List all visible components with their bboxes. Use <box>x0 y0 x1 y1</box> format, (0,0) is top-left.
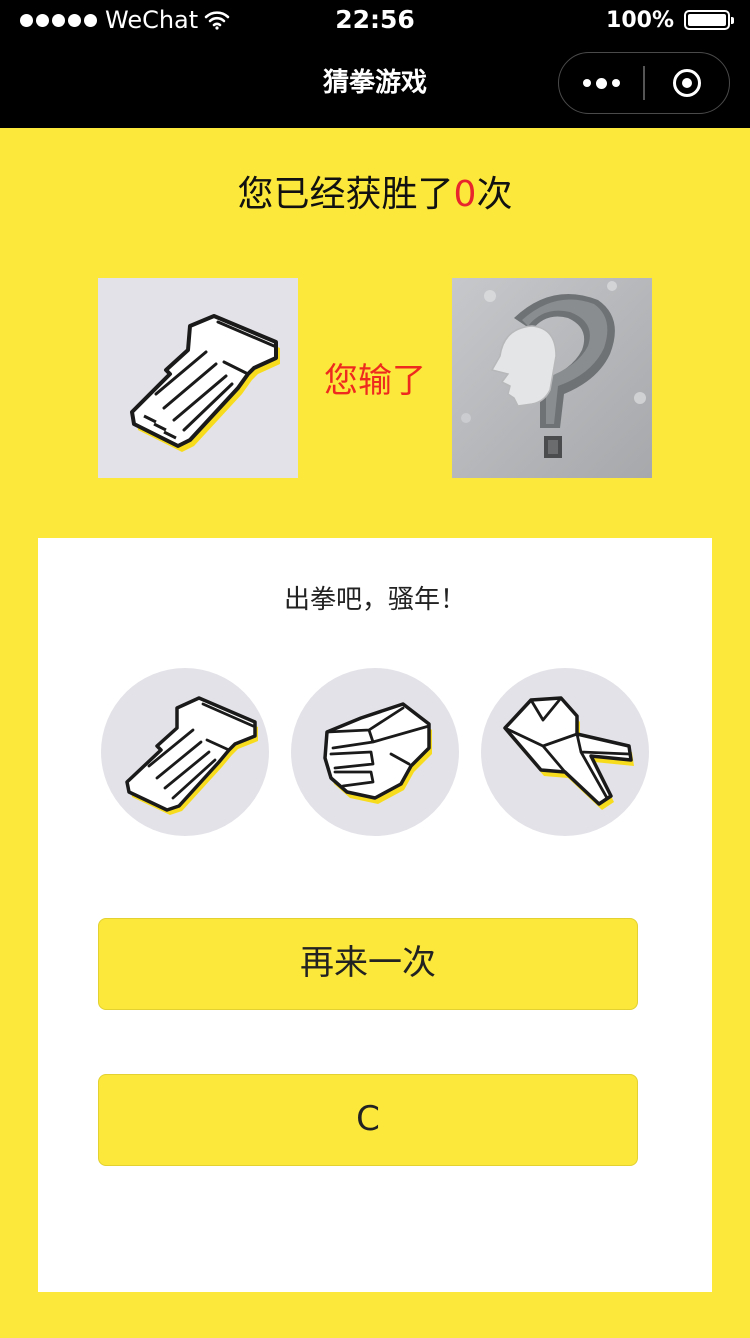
palm-hand-icon <box>130 314 280 452</box>
result-text: 您输了 <box>324 361 426 401</box>
win-count-prefix: 您已经获胜了 <box>237 174 454 215</box>
c-button[interactable]: C <box>98 1074 638 1166</box>
computer-choice-tile <box>452 278 652 478</box>
win-count-number: 0 <box>453 174 477 215</box>
mini-program-capsule <box>558 52 730 114</box>
wechat-top-bar: WeChat 22:56 100% 猜拳游戏 <box>0 0 750 128</box>
play-again-button[interactable]: 再来一次 <box>98 918 638 1010</box>
win-count-suffix: 次 <box>476 174 513 215</box>
question-head-icon <box>461 281 646 458</box>
player-choice-tile <box>98 278 298 478</box>
status-bar-right: 100% <box>606 4 734 36</box>
choice-panel: 出拳吧，骚年！ 再来一次 C <box>38 538 712 1292</box>
target-close-icon[interactable] <box>645 53 729 113</box>
win-count-text: 您已经获胜了0次 <box>0 168 750 222</box>
more-dots-icon[interactable] <box>559 53 643 113</box>
choice-rock-button[interactable] <box>291 668 459 836</box>
palm-hand-icon <box>125 696 258 815</box>
fist-hand-icon <box>323 702 432 804</box>
choice-scissors-button[interactable] <box>481 668 649 836</box>
choice-prompt: 出拳吧，骚年！ <box>283 585 466 615</box>
battery-percent: 100% <box>606 7 674 33</box>
scissors-hand-icon <box>503 696 634 810</box>
battery-icon <box>684 10 734 30</box>
choice-paper-button[interactable] <box>101 668 269 836</box>
